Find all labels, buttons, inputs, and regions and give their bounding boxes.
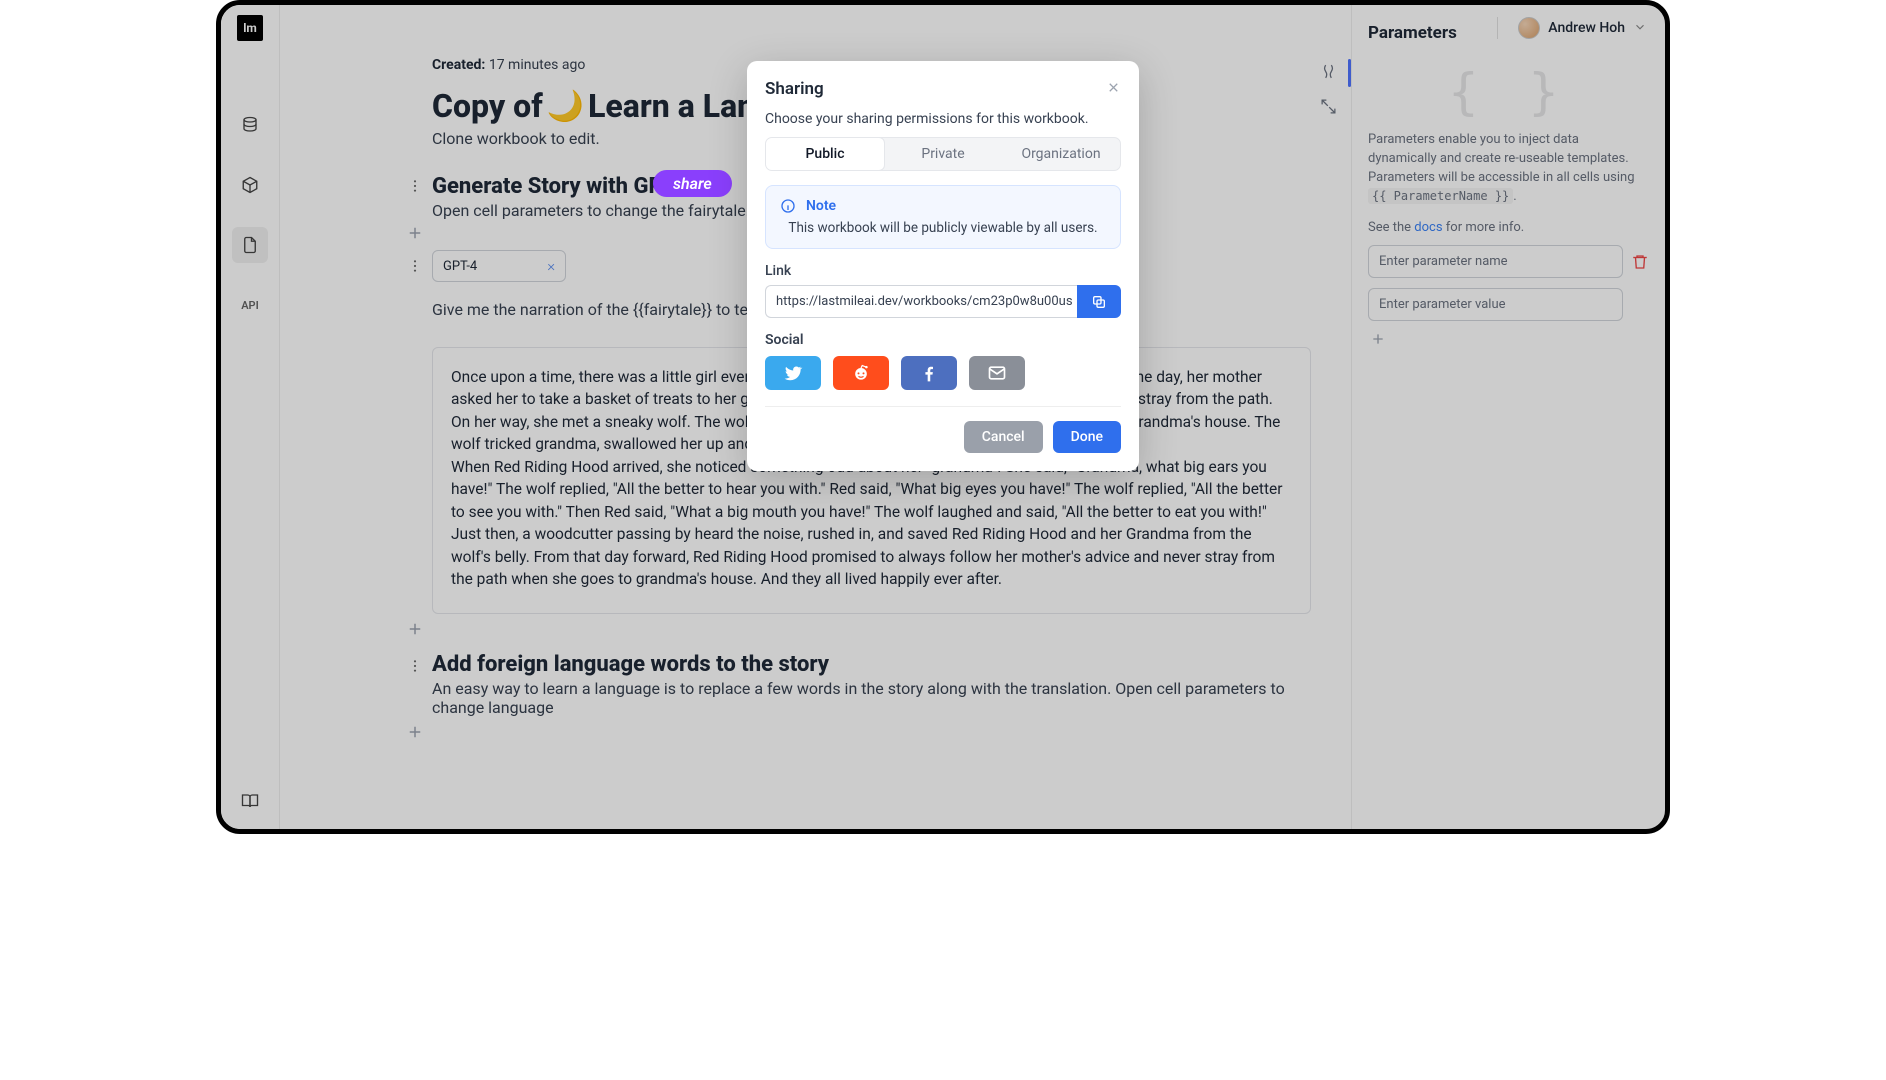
mail-icon: [987, 363, 1007, 383]
copy-link-button[interactable]: [1077, 285, 1121, 318]
note-title: Note: [806, 198, 836, 214]
share-twitter-button[interactable]: [765, 356, 821, 390]
share-mail-button[interactable]: [969, 356, 1025, 390]
modal-title: Sharing: [765, 79, 824, 99]
info-icon: [780, 198, 796, 214]
link-label: Link: [765, 263, 1121, 279]
share-reddit-button[interactable]: [833, 356, 889, 390]
note-box: Note This workbook will be publicly view…: [765, 185, 1121, 249]
social-label: Social: [765, 332, 1121, 348]
share-facebook-button[interactable]: [901, 356, 957, 390]
modal-description: Choose your sharing permissions for this…: [765, 111, 1121, 127]
note-body: This workbook will be publicly viewable …: [780, 220, 1106, 236]
cancel-button[interactable]: Cancel: [964, 421, 1043, 453]
sharing-modal: Sharing Choose your sharing permissions …: [747, 61, 1139, 471]
visibility-private[interactable]: Private: [884, 138, 1002, 170]
visibility-organization[interactable]: Organization: [1002, 138, 1120, 170]
facebook-icon: [919, 363, 939, 383]
reddit-icon: [851, 363, 871, 383]
done-button[interactable]: Done: [1053, 421, 1121, 453]
twitter-icon: [783, 363, 803, 383]
share-callout: share: [653, 170, 732, 197]
visibility-segmented-control: Public Private Organization: [765, 137, 1121, 171]
modal-close-icon[interactable]: [1106, 80, 1121, 99]
share-link-input[interactable]: https://lastmileai.dev/workbooks/cm23p0w…: [765, 285, 1077, 318]
visibility-public[interactable]: Public: [765, 137, 885, 171]
copy-icon: [1091, 294, 1107, 310]
